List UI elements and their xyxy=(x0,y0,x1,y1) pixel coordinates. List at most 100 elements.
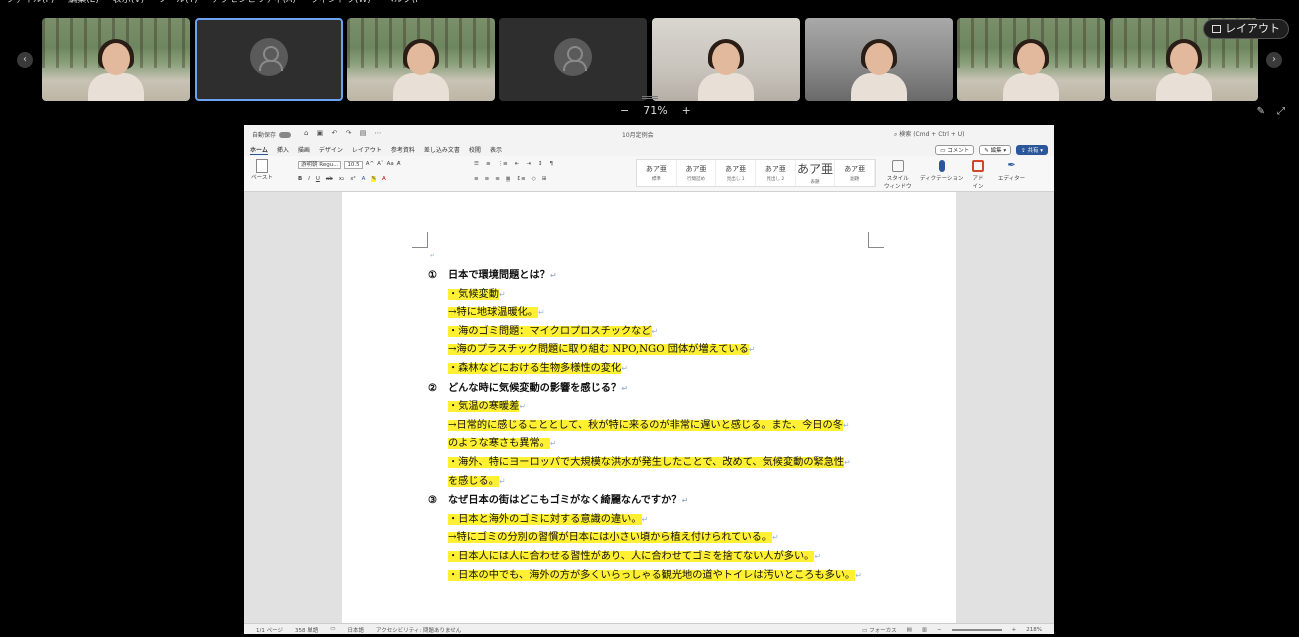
clear-format-icon[interactable]: A̸ xyxy=(397,161,401,169)
document-canvas[interactable]: ↵ ① 日本で環境問題とは？↵ ・気候変動↵ →特に地球温暖化。↵ ・海のゴミ問題：マイ… xyxy=(244,192,1054,623)
ribbon-tab[interactable]: 描画 xyxy=(298,145,310,155)
participant-tile[interactable] xyxy=(652,18,800,101)
menu-item[interactable]: 表示(V) xyxy=(113,0,144,6)
style-option[interactable]: あア亜 副題 xyxy=(835,160,876,186)
shrink-font-icon[interactable]: Aˇ xyxy=(377,161,384,169)
accessibility-status[interactable]: アクセシビリティ: 問題ありません xyxy=(376,626,461,634)
ribbon-tab[interactable]: 挿入 xyxy=(277,145,289,155)
increase-indent-icon[interactable]: ⇥ xyxy=(526,161,531,167)
borders-icon[interactable]: ⊞ xyxy=(542,176,547,182)
ribbon-tab[interactable]: ホーム xyxy=(250,145,268,155)
next-page-button[interactable]: › xyxy=(1266,52,1282,68)
previous-page-button[interactable]: ‹ xyxy=(17,52,33,68)
font-name-select[interactable]: 游明朝 Regu... xyxy=(298,161,342,169)
style-option[interactable]: あア亜 見出し 1 xyxy=(716,160,757,186)
annotate-icon[interactable]: ✎ xyxy=(1257,106,1265,117)
edit-mode-button[interactable]: ✎ 編集 ▾ xyxy=(979,144,1012,155)
ribbon-tab[interactable]: レイアウト xyxy=(352,145,382,155)
bullets-icon[interactable]: ☰ xyxy=(474,161,479,167)
zoom-slider[interactable] xyxy=(951,629,1002,631)
zoom-in-button[interactable]: + xyxy=(682,104,691,117)
justify-icon[interactable]: ≡ xyxy=(505,176,511,182)
change-case-icon[interactable]: Aa xyxy=(387,161,394,169)
multilevel-list-icon[interactable]: ⋮≡ xyxy=(498,161,508,167)
resize-handle[interactable] xyxy=(642,96,658,99)
numbering-icon[interactable]: ≡ xyxy=(486,161,491,167)
autosave-toggle[interactable]: 自動保存 xyxy=(252,130,292,139)
decrease-indent-icon[interactable]: ⇤ xyxy=(515,161,520,167)
ribbon-tab[interactable]: デザイン xyxy=(319,145,343,155)
participant-tile[interactable] xyxy=(805,18,953,101)
language[interactable]: 日本語 xyxy=(347,626,364,634)
sort-icon[interactable]: ↕ xyxy=(538,161,543,167)
highlighted-text: →特に地球温暖化。 xyxy=(448,307,539,319)
participant-tile[interactable] xyxy=(42,18,190,101)
subscript-icon[interactable]: x₂ xyxy=(339,176,344,182)
align-left-icon[interactable]: ≡ xyxy=(474,176,479,182)
underline-icon[interactable]: U xyxy=(316,176,320,182)
font-controls: 游明朝 Regu... 10.5 A^ Aˇ Aa A̸ xyxy=(298,161,400,169)
paragraph-mark: ↵ xyxy=(621,383,628,393)
menu-item[interactable]: ウィンドウ(W) xyxy=(310,0,371,6)
zoom-percentage[interactable]: 218% xyxy=(1026,627,1042,633)
word-search-box[interactable]: ⌕ 検索 (Cmd + Ctrl + U) xyxy=(894,129,1034,139)
align-center-icon[interactable]: ≡ xyxy=(485,176,490,182)
document-body[interactable]: ① 日本で環境問題とは？↵ ・気候変動↵ →特に地球温暖化。↵ ・海のゴミ問題：マイクロ… xyxy=(428,266,888,585)
ribbon-tab[interactable]: 校閲 xyxy=(469,145,481,155)
participant-tile[interactable] xyxy=(499,18,647,101)
paste-button[interactable]: ペースト xyxy=(250,159,274,183)
zoom-out-button[interactable]: − xyxy=(620,104,629,117)
addins-button[interactable]: アド イン xyxy=(972,160,984,190)
ribbon-tab[interactable]: 参考資料 xyxy=(391,145,415,155)
grow-font-icon[interactable]: A^ xyxy=(366,161,374,169)
superscript-icon[interactable]: x² xyxy=(350,176,355,182)
menu-item[interactable]: 編集(E) xyxy=(68,0,99,6)
italic-icon[interactable]: I xyxy=(308,176,310,182)
bold-icon[interactable]: B xyxy=(298,176,302,182)
show-marks-icon[interactable]: ¶ xyxy=(549,161,553,167)
line-spacing-icon[interactable]: ↕≡ xyxy=(516,176,525,182)
menu-item[interactable]: ツール(T) xyxy=(158,0,198,6)
text-effects-icon[interactable]: A xyxy=(362,176,366,182)
style-option[interactable]: あア亜 表題 xyxy=(796,160,836,186)
focus-button[interactable]: ▭ フォーカス xyxy=(862,626,896,634)
fullscreen-icon[interactable]: ⤢ xyxy=(1277,106,1285,117)
quick-access-toolbar[interactable]: ⌂ ▣ ↶ ↷ ▤ ⋯ xyxy=(304,129,385,137)
menu-item[interactable]: ファイル(F) xyxy=(6,0,54,6)
style-name: 標準 xyxy=(651,177,661,182)
zoom-out-icon[interactable]: − xyxy=(937,627,942,633)
font-size-select[interactable]: 10.5 xyxy=(344,161,363,169)
print-layout-icon[interactable]: ▤ xyxy=(907,627,912,633)
section-number: ② xyxy=(428,381,438,394)
word-count[interactable]: 358 単語 xyxy=(295,626,318,634)
zoom-in-icon[interactable]: + xyxy=(1012,627,1017,633)
font-color-icon[interactable]: A xyxy=(382,176,386,182)
style-option[interactable]: あア亜 行間詰め xyxy=(677,160,717,186)
document-page[interactable]: ↵ ① 日本で環境問題とは？↵ ・気候変動↵ →特に地球温暖化。↵ ・海のゴミ問題：マイ… xyxy=(342,192,956,623)
align-right-icon[interactable]: ≡ xyxy=(495,176,500,182)
ribbon-tab[interactable]: 差し込み文書 xyxy=(424,145,460,155)
editor-button[interactable]: ✒ エディター xyxy=(998,160,1025,182)
word-titlebar: 自動保存 ⌂ ▣ ↶ ↷ ▤ ⋯ 10月定例会 ⌕ 検索 (Cmd + Ctrl… xyxy=(244,125,1054,143)
document-line: を感じる。↵ xyxy=(428,473,888,492)
participant-tile[interactable] xyxy=(957,18,1105,101)
strikethrough-icon[interactable]: ab xyxy=(326,176,333,182)
participant-tile[interactable] xyxy=(347,18,495,101)
document-line: →特に地球温暖化。↵ xyxy=(428,304,888,323)
style-window-button[interactable]: スタイル ウィンドウ xyxy=(884,160,912,190)
menu-item[interactable]: アクセシビリティ(A) xyxy=(212,0,296,6)
style-option[interactable]: あア亜 見出し 2 xyxy=(756,160,796,186)
shading-icon[interactable]: ◇ xyxy=(532,176,536,182)
comment-button[interactable]: ▭ コメント xyxy=(935,144,975,155)
layout-button[interactable]: レイアウト xyxy=(1203,19,1289,39)
share-button[interactable]: ⇪ 共有 ▾ xyxy=(1016,144,1048,155)
ribbon-tab[interactable]: 表示 xyxy=(490,145,502,155)
menu-item[interactable]: ヘルプ(H) xyxy=(385,0,420,6)
style-option[interactable]: あア亜 標準 xyxy=(637,160,677,186)
dictation-button[interactable]: ディクテーション xyxy=(920,160,964,182)
proofing-icon[interactable]: ▭ xyxy=(330,626,335,634)
highlight-icon[interactable]: ✎ xyxy=(371,176,377,182)
font-style-controls: B I U ab x₂ x² A ✎ A xyxy=(298,176,386,182)
participant-tile[interactable] xyxy=(195,18,343,101)
web-layout-icon[interactable]: ▥ xyxy=(922,627,927,633)
